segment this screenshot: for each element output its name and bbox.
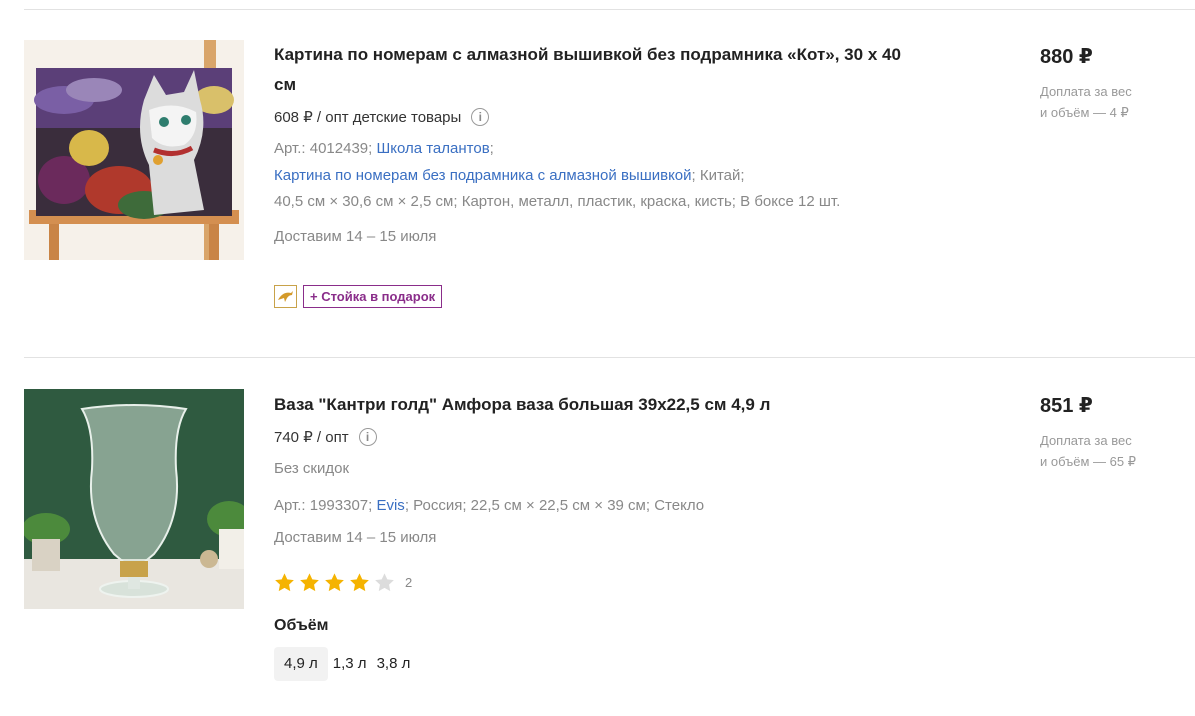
price: 880 ₽ (1040, 46, 1093, 68)
delivery-date: Доставим 14 – 15 июля (274, 227, 437, 245)
variants-title: Объём (274, 617, 329, 634)
surcharge: Доплата за вес и объём — 4 ₽ (1040, 84, 1132, 120)
variant-option[interactable]: 4,9 л (274, 647, 328, 681)
product-divider (24, 357, 1195, 358)
opt-price: 608 ₽ / опт детские товары i (274, 108, 974, 126)
rating[interactable]: 2 (274, 572, 974, 593)
brand-link[interactable]: Школа талантов (376, 140, 489, 157)
delivery-date: Доставим 14 – 15 июля (274, 529, 437, 546)
variant-option[interactable]: 3,8 л (372, 647, 416, 681)
surcharge: Доплата за вес и объём — 65 ₽ (1040, 433, 1136, 469)
star-filled-icon (325, 573, 344, 592)
dolphin-icon[interactable] (274, 284, 297, 308)
star-filled-icon (300, 573, 319, 592)
variant-option[interactable]: 1,3 л (328, 647, 372, 681)
product-image[interactable] (24, 40, 244, 260)
brand-link[interactable]: Evis (376, 497, 404, 514)
star-filled-icon (350, 573, 369, 592)
product-image[interactable] (24, 389, 244, 609)
gift-badge[interactable]: + Стойка в подарок (303, 284, 443, 308)
product-title[interactable]: Картина по номерам с алмазной вышивкой б… (274, 40, 974, 100)
price: 851 ₽ (1040, 395, 1093, 417)
variant-selector: 4,9 л 1,3 л 3,8 л (274, 647, 974, 681)
rating-count: 2 (405, 575, 413, 590)
star-empty-icon (375, 573, 394, 592)
badges: + Стойка в подарок (274, 284, 974, 308)
category-link[interactable]: Картина по номерам без подрамника с алма… (274, 167, 692, 184)
star-filled-icon (275, 573, 294, 592)
product-title[interactable]: Ваза "Кантри голд" Амфора ваза большая 3… (274, 390, 974, 420)
top-divider (24, 9, 1195, 10)
product-meta: Арт.: 1993307; Evis; Россия; 22,5 см × 2… (274, 496, 705, 514)
discount-info: Без скидок (274, 460, 349, 477)
info-icon[interactable]: i (358, 428, 377, 446)
product-meta: Арт.: 4012439; Школа талантов; Картина п… (274, 140, 841, 210)
opt-price: 740 ₽ / опт i (274, 428, 974, 446)
info-icon[interactable]: i (471, 108, 490, 126)
